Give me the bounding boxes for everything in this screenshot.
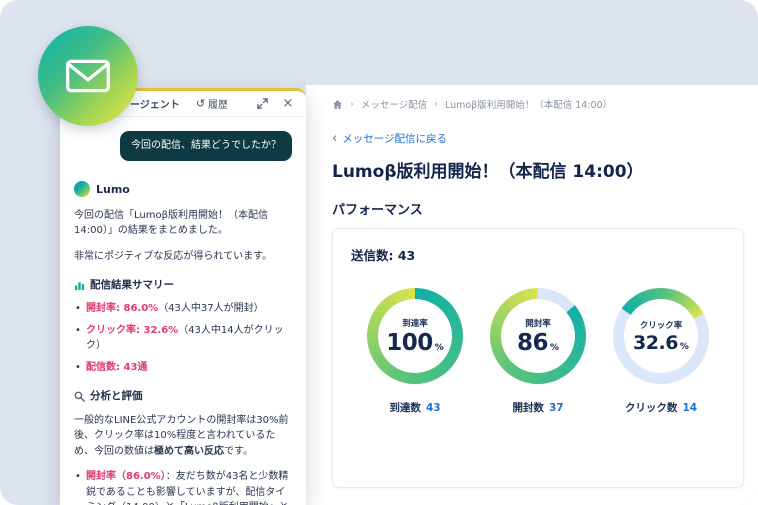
- expand-button[interactable]: [254, 96, 270, 112]
- stat-value[interactable]: 37: [549, 402, 564, 414]
- breadcrumb-item[interactable]: Lumoβ版利用開始！（本配信 14:00）: [445, 97, 612, 111]
- donut-value: 86: [517, 330, 548, 356]
- close-button[interactable]: ×: [280, 96, 296, 112]
- sent-count: 送信数: 43: [351, 245, 725, 264]
- donut-stat: 到達数 43: [389, 400, 440, 415]
- donut-unit: %: [435, 343, 444, 353]
- bar-chart-icon: [74, 280, 85, 291]
- donut-label: 開封率: [525, 317, 551, 329]
- analysis-intro: 一般的なLINE公式アカウントの開封率は30%前後、クリック率は10%程度と言わ…: [74, 413, 292, 460]
- app-screenshot: ージェント ↺ 履歴 × 今回の配信、結果どうでしたか？ Lumo 今回の配信「…: [0, 0, 758, 505]
- metric-value: 開封率（86.0%）: [86, 471, 166, 482]
- analysis-section-title: 分析と評価: [74, 388, 292, 404]
- expand-icon: [257, 98, 268, 109]
- donut-chart-click: クリック率 32.6 % クリック数 14: [601, 288, 721, 415]
- magnifier-icon: [74, 391, 85, 402]
- stat-value[interactable]: 14: [682, 402, 697, 414]
- donut-row: 到達率 100 % 到達数 43: [351, 288, 725, 415]
- analysis-intro-text: です。: [224, 446, 253, 457]
- agent-tab[interactable]: ージェント: [130, 96, 180, 111]
- list-item: 開封率: 86.0%（43人中37人が開封）: [74, 301, 292, 317]
- stat-value[interactable]: 43: [426, 402, 441, 414]
- donut-stat: 開封数 37: [512, 400, 563, 415]
- history-label: 履歴: [208, 96, 228, 111]
- mail-badge: [38, 26, 138, 126]
- summary-title: 配信結果サマリー: [90, 277, 174, 293]
- user-message-bubble: 今回の配信、結果どうでしたか？: [120, 131, 292, 161]
- donut-value: 32.6: [633, 332, 678, 354]
- chevron-left-icon: ‹: [332, 132, 337, 145]
- performance-card: 送信数: 43 到達率 100 % 到達数 43: [332, 228, 744, 488]
- donut-label: 到達率: [402, 317, 428, 329]
- page-title: Lumoβ版利用開始！（本配信 14:00）: [332, 157, 744, 182]
- stat-label: クリック数: [625, 400, 678, 415]
- donut-ring: クリック率 32.6 %: [613, 288, 709, 384]
- history-button[interactable]: ↺ 履歴: [196, 96, 228, 111]
- donut-label: クリック率: [640, 319, 683, 331]
- close-icon: ×: [283, 96, 294, 111]
- donut-hole: 開封率 86 %: [501, 299, 575, 373]
- bot-avatar: [74, 181, 90, 197]
- history-icon: ↺: [196, 98, 205, 109]
- donut-chart-open: 開封率 86 % 開封数 37: [478, 288, 598, 415]
- breadcrumb: › メッセージ配信 › Lumoβ版利用開始！（本配信 14:00）: [332, 97, 744, 111]
- chat-paragraph: 非常にポジティブな反応が得られています。: [74, 249, 292, 265]
- back-link-label: メッセージ配信に戻る: [342, 131, 447, 146]
- donut-ring: 開封率 86 %: [490, 288, 586, 384]
- mail-icon: [65, 59, 111, 93]
- back-link[interactable]: ‹ メッセージ配信に戻る: [332, 131, 447, 146]
- chat-paragraph: 今回の配信「Lumoβ版利用開始！（本配信 14:00）」の結果をまとめました。: [74, 208, 292, 239]
- analysis-list: 開封率（86.0%）：友だち数が43名と少数精鋭であることも影響していますが、配…: [74, 469, 292, 505]
- metric-value: 配信数: 43通: [86, 362, 147, 373]
- breadcrumb-separator: ›: [434, 99, 438, 110]
- breadcrumb-item[interactable]: メッセージ配信: [361, 97, 427, 111]
- donut-ring: 到達率 100 %: [367, 288, 463, 384]
- donut-chart-reach: 到達率 100 % 到達数 43: [355, 288, 475, 415]
- metric-value: クリック率: 32.6%: [86, 325, 178, 336]
- donut-value: 100: [386, 330, 433, 356]
- donut-unit: %: [680, 342, 689, 352]
- donut-unit: %: [550, 343, 559, 353]
- donut-hole: クリック率 32.6 %: [624, 299, 698, 373]
- metric-value: 開封率: 86.0%: [86, 303, 158, 314]
- chat-panel: ージェント ↺ 履歴 × 今回の配信、結果どうでしたか？ Lumo 今回の配信「…: [60, 88, 306, 505]
- metric-detail: （43人中37人が開封）: [158, 303, 263, 314]
- breadcrumb-separator: ›: [350, 99, 354, 110]
- stat-label: 到達数: [389, 400, 421, 415]
- summary-section-title: 配信結果サマリー: [74, 277, 292, 293]
- list-item: クリック率: 32.6%（43人中14人がクリック）: [74, 323, 292, 354]
- list-item: 配信数: 43通: [74, 360, 292, 376]
- performance-heading: パフォーマンス: [332, 199, 744, 218]
- donut-hole: 到達率 100 %: [378, 299, 452, 373]
- stat-label: 開封数: [512, 400, 544, 415]
- summary-list: 開封率: 86.0%（43人中37人が開封） クリック率: 32.6%（43人中…: [74, 301, 292, 375]
- home-icon[interactable]: [332, 99, 343, 110]
- chat-body: 今回の配信、結果どうでしたか？ Lumo 今回の配信「Lumoβ版利用開始！（本…: [60, 117, 306, 505]
- main-content: › メッセージ配信 › Lumoβ版利用開始！（本配信 14:00） ‹ メッセ…: [306, 85, 758, 505]
- bot-identity: Lumo: [74, 181, 292, 198]
- list-item: 開封率（86.0%）：友だち数が43名と少数精鋭であることも影響していますが、配…: [74, 469, 292, 505]
- bot-name: Lumo: [96, 181, 130, 198]
- donut-stat: クリック数 14: [625, 400, 697, 415]
- analysis-title: 分析と評価: [90, 388, 143, 404]
- analysis-intro-bold: 極めて高い反応: [154, 446, 224, 457]
